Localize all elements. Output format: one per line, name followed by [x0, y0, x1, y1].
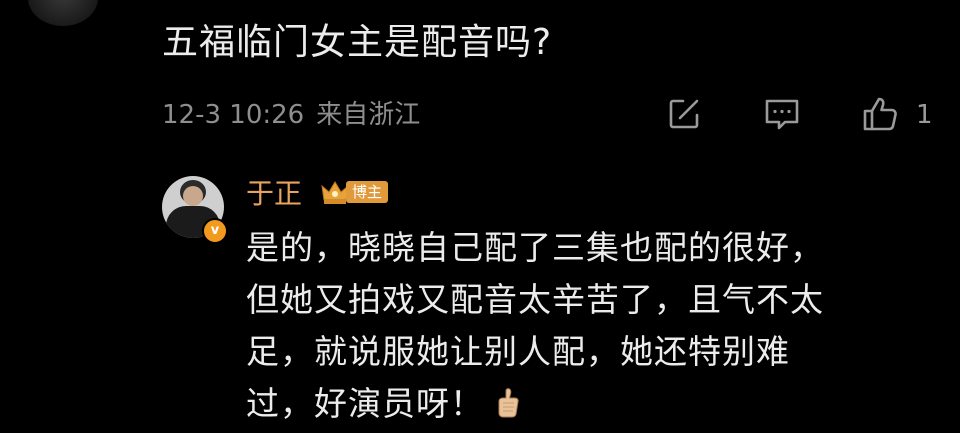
verified-badge: v	[202, 218, 228, 244]
thumbs-up-emoji-icon	[494, 387, 522, 419]
reply-line-last: 过，好演员呀！	[246, 378, 926, 430]
like-count: 1	[916, 100, 933, 130]
reply-line: 足，就说服她让别人配，她还特别难	[246, 332, 790, 371]
comment-location: 来自浙江	[316, 100, 421, 130]
reply-line: 是的，晓晓自己配了三集也配的很好，	[246, 228, 824, 267]
reply-username[interactable]: 于正	[246, 174, 302, 214]
comment-date: 12-3 10:26	[162, 100, 305, 130]
reply-line: 过，好演员呀！	[246, 384, 484, 423]
comment-meta: 12-3 10:26 来自浙江	[162, 96, 432, 134]
comment-text: 五福临门女主是配音吗?	[162, 22, 553, 63]
blogger-tag: 博主	[320, 178, 389, 206]
blogger-label: 博主	[346, 181, 389, 203]
reply-text: 是的，晓晓自己配了三集也配的很好， 但她又拍戏又配音太辛苦了，且气不太 足，就说…	[246, 222, 926, 430]
like-icon[interactable]	[862, 96, 898, 132]
reply-line: 但她又拍戏又配音太辛苦了，且气不太	[246, 280, 824, 319]
commenter-avatar[interactable]	[28, 0, 98, 26]
share-icon[interactable]	[666, 96, 702, 132]
reply-icon[interactable]	[764, 96, 800, 132]
